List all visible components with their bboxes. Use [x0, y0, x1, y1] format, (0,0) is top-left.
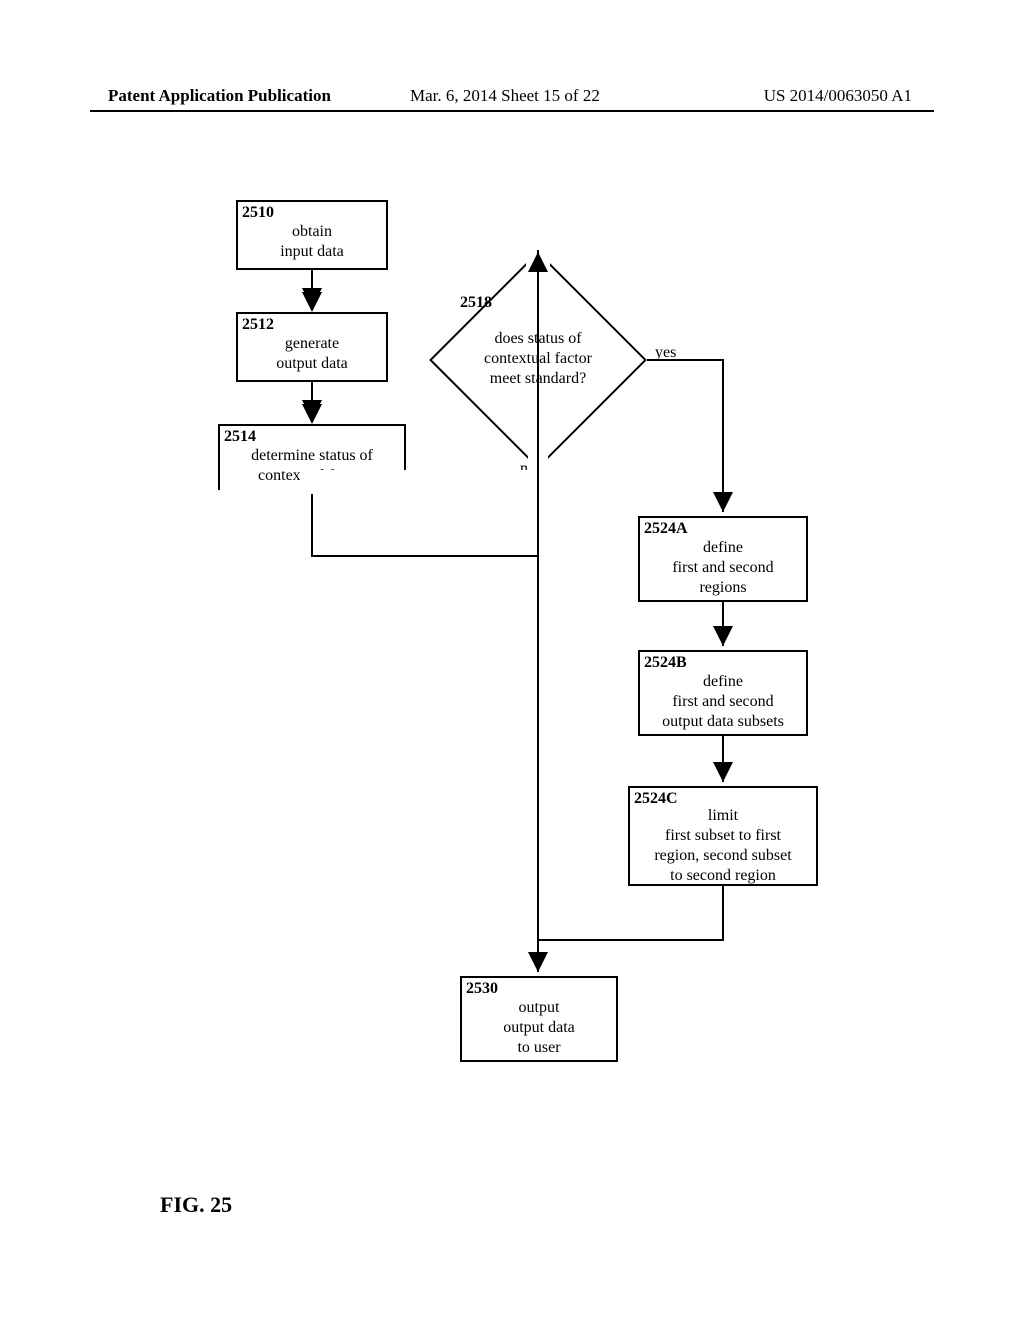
- decision-text: does status of contextual factor meet st…: [438, 329, 638, 389]
- ref-number: 2524A: [644, 520, 688, 538]
- flowchart: 2510 obtain input data 2512 generate out…: [0, 0, 1024, 1320]
- process-box-2510: 2510 obtain input data: [236, 200, 388, 270]
- process-box-2530: 2530 output output data to user: [460, 976, 618, 1062]
- process-box-2524B: 2524B define first and second output dat…: [638, 650, 808, 736]
- edge-label-yes: yes: [655, 344, 676, 362]
- box-text: limit first subset to first region, seco…: [630, 806, 816, 886]
- box-text: output output data to user: [462, 998, 616, 1058]
- box-text: define first and second output data subs…: [640, 672, 806, 732]
- ref-number: 2524B: [644, 654, 687, 672]
- box-text: determine status of contextual factor: [220, 446, 404, 486]
- edge-label-no: no: [520, 460, 536, 478]
- ref-number: 2530: [466, 980, 498, 998]
- box-text: obtain input data: [238, 222, 386, 262]
- process-box-2512: 2512 generate output data: [236, 312, 388, 382]
- process-box-2514: 2514 determine status of contextual fact…: [218, 424, 406, 494]
- ref-number: 2518: [460, 294, 492, 312]
- box-text: define first and second regions: [640, 538, 806, 598]
- process-box-2524A: 2524A define first and second regions: [638, 516, 808, 602]
- ref-number: 2512: [242, 316, 274, 334]
- flowchart-arrows-main: [0, 0, 1024, 1320]
- ref-number: 2510: [242, 204, 274, 222]
- box-text: generate output data: [238, 334, 386, 374]
- flowchart-arrows: [0, 0, 1024, 1320]
- figure-label: FIG. 25: [160, 1192, 232, 1218]
- ref-number: 2514: [224, 428, 256, 446]
- process-box-2524C: 2524C limit first subset to first region…: [628, 786, 818, 886]
